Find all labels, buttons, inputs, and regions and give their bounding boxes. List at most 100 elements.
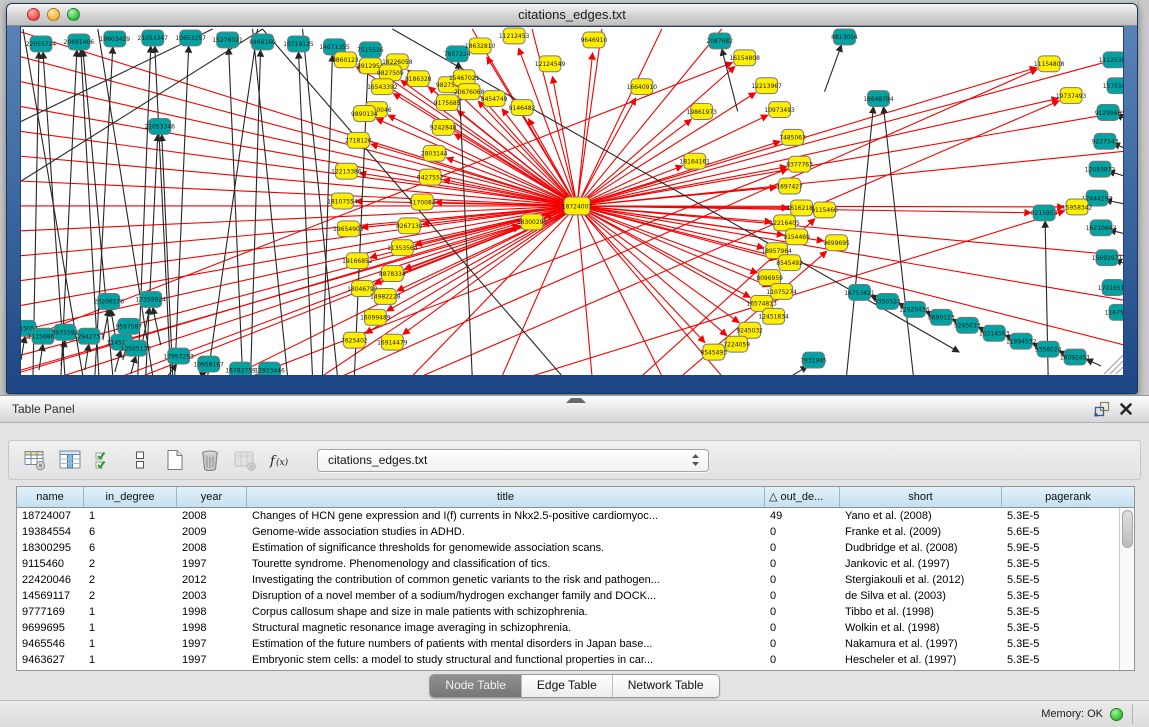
- graph-node[interactable]: 12093872: [1085, 161, 1116, 177]
- graph-node[interactable]: 11154808: [1034, 56, 1065, 72]
- cell-in_degree[interactable]: 1: [84, 620, 177, 636]
- graph-node[interactable]: 9175685: [434, 95, 461, 111]
- graph-edge-black[interactable]: [146, 134, 158, 375]
- graph-node[interactable]: 18724007: [562, 197, 593, 215]
- table-row[interactable]: 1830029562008Estimation of significance …: [17, 540, 1119, 556]
- graph-node[interactable]: 22055724: [26, 36, 57, 52]
- close-window-icon[interactable]: [27, 8, 40, 21]
- cell-name[interactable]: 9777169: [17, 604, 84, 620]
- cell-title[interactable]: Genome-wide association studies in ADHD.: [247, 524, 765, 540]
- cell-pagerank[interactable]: 5.3E-5: [1002, 636, 1119, 652]
- cell-in_degree[interactable]: 6: [84, 540, 177, 556]
- window-titlebar[interactable]: citations_edges.txt: [7, 4, 1137, 26]
- graph-node[interactable]: 18164161: [680, 153, 711, 169]
- cell-title[interactable]: Estimation of the future numbers of pati…: [247, 636, 765, 652]
- graph-node[interactable]: 18107554: [327, 193, 358, 209]
- graph-node[interactable]: 9227343: [1092, 133, 1119, 149]
- column-header-short[interactable]: short: [840, 487, 1002, 507]
- graph-node[interactable]: 18300295: [517, 214, 548, 230]
- graph-edge-black[interactable]: [175, 46, 189, 375]
- graph-node[interactable]: 9115460: [811, 202, 838, 218]
- graph-node[interactable]: 16640910: [627, 79, 658, 95]
- cell-pagerank[interactable]: 5.3E-5: [1002, 508, 1119, 524]
- cell-year[interactable]: 1998: [177, 620, 247, 636]
- rows-icon[interactable]: [128, 448, 152, 472]
- graph-node[interactable]: 12451834: [758, 308, 789, 324]
- splitter-grip[interactable]: [566, 393, 586, 403]
- cell-short[interactable]: Hescheler et al. (1997): [840, 652, 1002, 668]
- cell-in_degree[interactable]: 2: [84, 556, 177, 572]
- memory-status-icon[interactable]: [1110, 708, 1123, 721]
- tab-edge-table[interactable]: Edge Table: [522, 675, 613, 697]
- cell-title[interactable]: Embryonic stem cells: a model to study s…: [247, 652, 765, 668]
- column-header-name[interactable]: name: [17, 487, 84, 507]
- graph-node[interactable]: 9860123: [332, 52, 359, 68]
- graph-node[interactable]: 9890134: [351, 106, 378, 122]
- graph-edge-red[interactable]: [577, 206, 764, 248]
- tab-node-table[interactable]: Node Table: [430, 675, 522, 697]
- table-row[interactable]: 2242004622012Investigating the contribut…: [17, 572, 1119, 588]
- cell-year[interactable]: 1997: [177, 636, 247, 652]
- graph-edge-black[interactable]: [21, 29, 263, 181]
- graph-node[interactable]: 16092451: [1060, 349, 1091, 365]
- function-fx-icon[interactable]: f (x): [268, 448, 292, 472]
- graph-node[interactable]: 15692971: [1092, 250, 1123, 266]
- cell-out_degree[interactable]: 49: [765, 508, 840, 524]
- graph-node[interactable]: 10973493: [764, 102, 795, 118]
- cell-pagerank[interactable]: 5.5E-5: [1002, 572, 1119, 588]
- graph-node[interactable]: 16099489: [360, 309, 391, 325]
- graph-node[interactable]: 12124549: [535, 56, 566, 72]
- cell-year[interactable]: 1997: [177, 556, 247, 572]
- graph-node[interactable]: 19737493: [1056, 88, 1087, 104]
- table-row[interactable]: 1872400712008Changes of HCN gene express…: [17, 508, 1119, 524]
- cell-name[interactable]: 18300295: [17, 540, 84, 556]
- cell-short[interactable]: Franke et al. (2009): [840, 524, 1002, 540]
- graph-node[interactable]: 8454749: [481, 91, 508, 107]
- graph-node[interactable]: 9646910: [581, 32, 608, 48]
- graph-node[interactable]: 12213967: [751, 78, 782, 94]
- graph-node[interactable]: 8545493: [700, 344, 727, 360]
- graph-edge-black[interactable]: [229, 48, 243, 375]
- graph-node[interactable]: 17359924: [136, 291, 167, 307]
- graph-node[interactable]: 8377763: [786, 156, 813, 172]
- cell-title[interactable]: Estimation of significance thresholds fo…: [247, 540, 765, 556]
- cell-out_degree[interactable]: 0: [765, 604, 840, 620]
- cell-short[interactable]: Yano et al. (2008): [840, 508, 1002, 524]
- graph-edge-red[interactable]: [21, 57, 577, 206]
- graph-node[interactable]: 9597587: [115, 318, 142, 334]
- graph-edge-black[interactable]: [298, 52, 312, 375]
- cell-short[interactable]: Tibbo et al. (1998): [840, 604, 1002, 620]
- graph-node[interactable]: 20206576: [94, 293, 125, 309]
- close-icon[interactable]: [1117, 400, 1135, 418]
- cell-name[interactable]: 9699695: [17, 620, 84, 636]
- graph-node[interactable]: 8186328: [405, 71, 432, 87]
- cell-year[interactable]: 2009: [177, 524, 247, 540]
- graph-node[interactable]: 9154469: [783, 229, 810, 245]
- graph-node[interactable]: 17957253: [163, 348, 194, 364]
- cell-name[interactable]: 9463627: [17, 652, 84, 668]
- graph-edge-red[interactable]: [577, 53, 593, 206]
- cell-title[interactable]: Corpus callosum shape and size in male p…: [247, 604, 765, 620]
- cell-out_degree[interactable]: 0: [765, 652, 840, 668]
- resize-grip-icon[interactable]: [1116, 367, 1123, 374]
- graph-edge-black[interactable]: [883, 107, 913, 375]
- cell-out_degree[interactable]: 0: [765, 620, 840, 636]
- graph-node[interactable]: 11675342: [1105, 304, 1123, 320]
- graph-edge-black[interactable]: [85, 344, 89, 370]
- cell-pagerank[interactable]: 5.3E-5: [1002, 652, 1119, 668]
- table-settings-icon[interactable]: [23, 448, 47, 472]
- cell-out_degree[interactable]: 0: [765, 588, 840, 604]
- graph-node[interactable]: 15276021: [212, 32, 243, 48]
- graph-node[interactable]: 11212453: [499, 28, 530, 44]
- graph-edge-black[interactable]: [208, 29, 258, 375]
- table-row[interactable]: 1456911722003Disruption of a novel membe…: [17, 588, 1119, 604]
- graph-node[interactable]: 8466160: [249, 34, 276, 50]
- graph-node[interactable]: 8545492: [776, 255, 803, 271]
- table-row[interactable]: 946362711997Embryonic stem cells: a mode…: [17, 652, 1119, 668]
- cell-pagerank[interactable]: 5.3E-5: [1002, 588, 1119, 604]
- graph-edge-red[interactable]: [577, 206, 705, 343]
- graph-node[interactable]: 16914479: [377, 334, 408, 350]
- column-header-year[interactable]: year: [177, 487, 247, 507]
- cell-in_degree[interactable]: 1: [84, 508, 177, 524]
- cell-in_degree[interactable]: 1: [84, 652, 177, 668]
